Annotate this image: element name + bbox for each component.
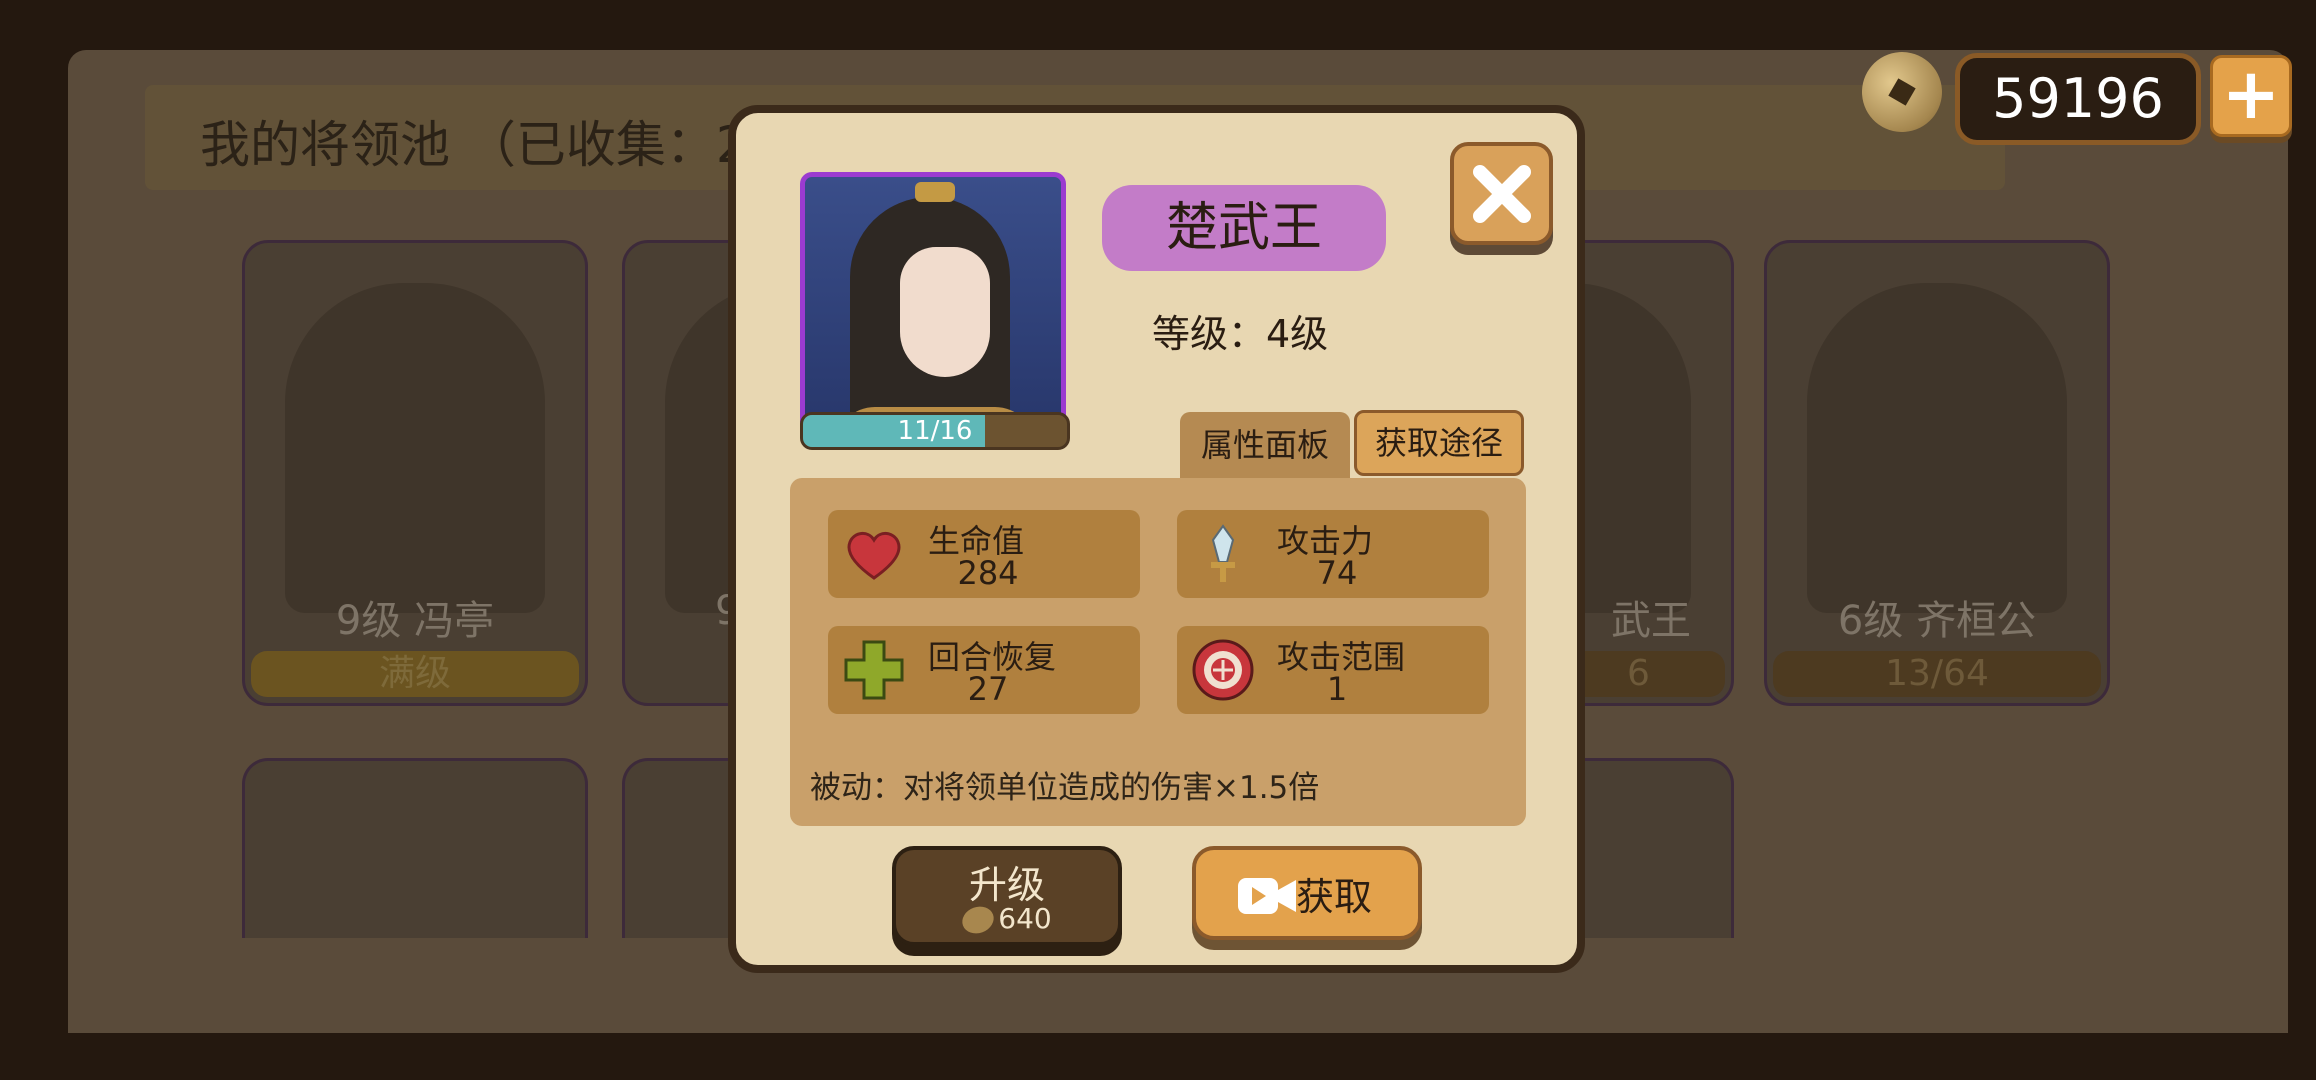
stat-value: 27 (967, 670, 1009, 708)
general-card-bar: 满级 (251, 651, 579, 697)
stat-value: 74 (1316, 554, 1358, 592)
coin-count: 59196 (1955, 53, 2201, 145)
general-name: 楚武王 (1102, 185, 1386, 271)
shard-progress-bar: 11/16 (800, 412, 1070, 450)
plus-cross-icon (844, 640, 904, 700)
general-card-name: 6级 齐桓公 (1837, 598, 2037, 644)
add-coin-button[interactable]: + (2210, 55, 2292, 137)
acquire-label: 获取 (1296, 875, 1373, 919)
general-level: 等级：4级 (1152, 312, 1329, 356)
close-icon (1473, 165, 1531, 223)
tab-attributes[interactable]: 属性面板 (1180, 412, 1350, 478)
general-card-bar: 13/64 (1773, 651, 2101, 697)
general-pool-title: 我的将领池 （已收集：2 (200, 116, 748, 174)
stat-regen: 回合恢复 27 (828, 626, 1140, 714)
heart-icon (847, 532, 901, 580)
stat-attack: 攻击力 74 (1177, 510, 1489, 598)
general-portrait (285, 283, 545, 613)
passive-skill-text: 被动：对将领单位造成的伤害×1.5倍 (810, 770, 1320, 806)
general-card[interactable]: 9级 冯亭 满级 (242, 240, 588, 706)
sword-icon (1211, 524, 1235, 582)
upgrade-label: 升级 (968, 863, 1045, 907)
stat-value: 1 (1326, 670, 1348, 708)
upgrade-cost: 640 (896, 902, 1118, 938)
general-portrait (1807, 283, 2067, 613)
close-button[interactable] (1450, 142, 1553, 245)
stat-health: 生命值 284 (828, 510, 1140, 598)
stat-range: 攻击范围 1 (1177, 626, 1489, 714)
video-icon (1238, 878, 1296, 914)
shard-progress-text: 11/16 (897, 416, 973, 446)
general-card-name: 9级 冯亭 (335, 598, 495, 644)
general-portrait (800, 172, 1066, 444)
general-card[interactable] (242, 758, 588, 941)
stat-value: 284 (957, 554, 1019, 592)
acquire-button[interactable]: 获取 (1192, 846, 1422, 940)
general-card[interactable]: 6级 齐桓公 13/64 (1764, 240, 2110, 706)
copper-coin-icon (958, 902, 998, 938)
target-icon (1192, 639, 1254, 701)
upgrade-cost-value: 640 (998, 902, 1052, 935)
plus-icon: + (2221, 53, 2281, 135)
tab-acquire[interactable]: 获取途径 (1354, 410, 1524, 476)
upgrade-button[interactable]: 升级 640 (892, 846, 1122, 946)
